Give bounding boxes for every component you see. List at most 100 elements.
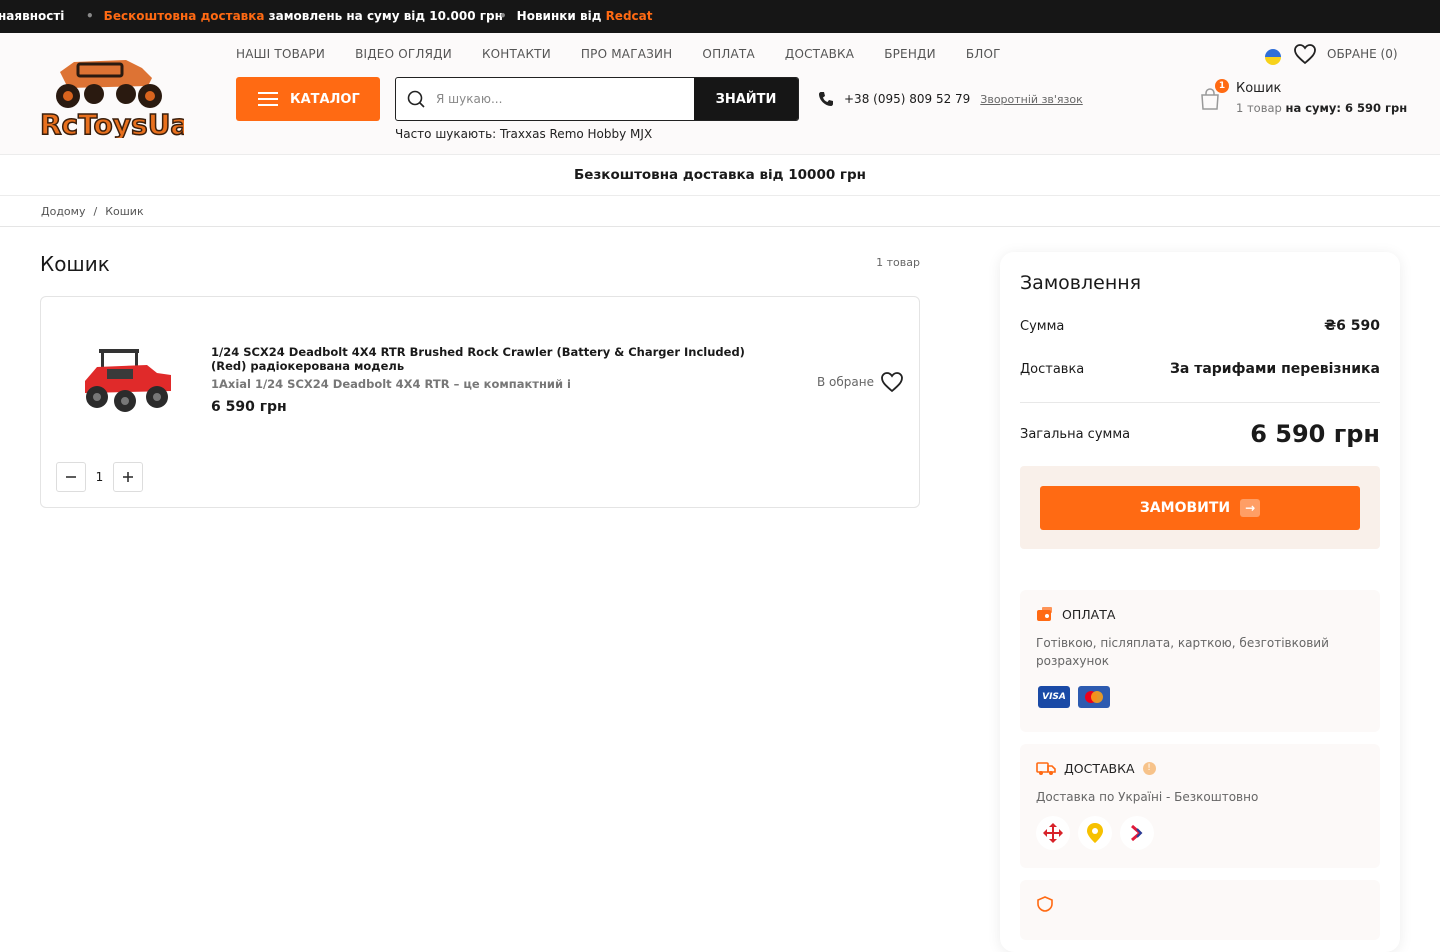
nav-payment[interactable]: ОПЛАТА bbox=[702, 47, 754, 61]
phone-icon bbox=[819, 92, 833, 106]
popular-searches: Часто шукають: Traxxas Remo Hobby MJX bbox=[395, 127, 653, 141]
payment-title: ОПЛАТА bbox=[1062, 606, 1116, 622]
payment-heading: ОПЛАТА bbox=[1036, 606, 1115, 622]
nova-poshta-icon bbox=[1036, 816, 1070, 850]
product-name[interactable]: 1/24 SCX24 Deadbolt 4X4 RTR Brushed Rock… bbox=[211, 345, 771, 373]
nav-about[interactable]: ПРО МАГАЗИН bbox=[581, 47, 673, 61]
contact-phone: +38 (095) 809 52 79 Зворотній зв'язок bbox=[818, 91, 1083, 107]
announcement-ticker: наявності • Бескоштовна доставка замовлен… bbox=[0, 0, 1440, 33]
info-icon[interactable]: ! bbox=[1142, 761, 1156, 775]
ticker-text: Новинки від bbox=[516, 9, 606, 23]
wallet-icon bbox=[1037, 607, 1052, 621]
visa-label: VISA bbox=[1042, 692, 1066, 702]
header-cart[interactable]: 1 Кошик 1 товар на суму: 6 590 грн bbox=[1198, 79, 1408, 123]
order-summary: Замовлення Сумма ₴6 590 Доставка За тари… bbox=[1000, 252, 1400, 952]
breadcrumb: Додому / Кошик bbox=[0, 196, 1440, 227]
meest-icon bbox=[1120, 816, 1154, 850]
cart-item-count: 1 товар bbox=[1236, 101, 1286, 115]
quantity-value[interactable]: 1 bbox=[86, 470, 113, 484]
arrow-right-icon: → bbox=[1240, 499, 1261, 517]
shield-icon bbox=[1037, 896, 1053, 912]
delivery-value: За тарифами перевізника bbox=[1169, 361, 1380, 377]
cart-summary: 1 товар на суму: 6 590 грн bbox=[1236, 101, 1407, 115]
ticker-item-stock: наявності bbox=[0, 9, 65, 23]
nav-contacts[interactable]: КОНТАКТИ bbox=[482, 47, 551, 61]
cart-count-badge: 1 bbox=[1215, 79, 1229, 93]
delivery-label: Доставка bbox=[1020, 361, 1085, 377]
search-bar: ЗНАЙТИ bbox=[395, 77, 799, 121]
cart-label: Кошик bbox=[1236, 81, 1282, 96]
breadcrumb-current: Кошик bbox=[105, 204, 144, 218]
ticker-item-new: • Новинки від Redcat bbox=[499, 9, 653, 23]
search-input[interactable] bbox=[436, 78, 694, 120]
shipping-description: Доставка по Україні - Безкоштовно bbox=[1036, 790, 1259, 804]
add-to-favorites-button[interactable]: В обране bbox=[817, 371, 904, 393]
payment-description: Готівкою, післяплата, карткою, безготівк… bbox=[1036, 636, 1329, 668]
payment-methods: VISA bbox=[1038, 686, 1110, 708]
menu-icon bbox=[258, 92, 278, 106]
breadcrumb-separator: / bbox=[93, 204, 98, 218]
ticker-link-redcat[interactable]: Redcat bbox=[606, 9, 653, 23]
payment-info: ОПЛАТА Готівкою, післяплата, карткою, бе… bbox=[1020, 590, 1380, 732]
shipping-heading: ДОСТАВКА ! bbox=[1036, 760, 1156, 776]
heart-icon bbox=[1294, 44, 1316, 65]
heart-icon bbox=[881, 372, 903, 393]
product-price: 6 590 грн bbox=[211, 399, 287, 415]
total-row: Загальна сумма 6 590 грн bbox=[1020, 420, 1380, 448]
site-header: RcToysUa НАШІ ТОВАРИ ВІДЕО ОГЛЯДИ КОНТАК… bbox=[0, 33, 1440, 155]
nav-video-reviews[interactable]: ВІДЕО ОГЛЯДИ bbox=[355, 47, 452, 61]
logo-wordmark: RcToysUa bbox=[40, 108, 184, 138]
guarantee-info bbox=[1020, 880, 1380, 940]
shipping-info: ДОСТАВКА ! Доставка по Україні - Безкошт… bbox=[1020, 744, 1380, 868]
checkout-label: ЗАМОВИТИ bbox=[1139, 500, 1231, 516]
ticker-item-free-delivery: • Бескоштовна доставка замовлень на суму … bbox=[86, 9, 503, 23]
subtotal-row: Сумма ₴6 590 bbox=[1020, 318, 1380, 334]
decrease-quantity-button[interactable] bbox=[56, 462, 86, 492]
breadcrumb-home[interactable]: Додому bbox=[41, 205, 85, 218]
catalog-label: КАТАЛОГ bbox=[290, 91, 360, 107]
site-logo[interactable]: RcToysUa bbox=[38, 58, 190, 142]
product-image[interactable] bbox=[77, 341, 177, 421]
ticker-text: замовлень на суму від 10.000 грн bbox=[264, 9, 503, 23]
minus-icon bbox=[66, 476, 76, 478]
visa-icon: VISA bbox=[1038, 686, 1070, 708]
callback-link[interactable]: Зворотній зв'язок bbox=[980, 93, 1082, 106]
ticker-accent: Бескоштовна доставка bbox=[103, 9, 265, 23]
product-description: 1Axial 1/24 SCX24 Deadbolt 4X4 RTR – це … bbox=[211, 377, 571, 391]
guarantee-heading bbox=[1036, 896, 1054, 912]
favorites-label: ОБРАНЕ (0) bbox=[1327, 47, 1398, 61]
order-title: Замовлення bbox=[1020, 272, 1142, 294]
cart-items-count: 1 товар bbox=[876, 256, 920, 269]
catalog-button[interactable]: КАТАЛОГ bbox=[236, 77, 380, 121]
cart-item: 1/24 SCX24 Deadbolt 4X4 RTR Brushed Rock… bbox=[40, 296, 920, 508]
checkout-box: ЗАМОВИТИ → bbox=[1020, 466, 1380, 549]
nav-products[interactable]: НАШІ ТОВАРИ bbox=[236, 47, 325, 61]
search-button[interactable]: ЗНАЙТИ bbox=[694, 78, 798, 120]
delivery-row: Доставка За тарифами перевізника bbox=[1020, 361, 1380, 377]
quantity-stepper: 1 bbox=[56, 462, 143, 492]
cart-sum: на суму: 6 590 грн bbox=[1285, 101, 1408, 115]
plus-icon bbox=[123, 472, 133, 482]
nav-blog[interactable]: БЛОГ bbox=[966, 47, 1001, 61]
ukrposhta-icon bbox=[1078, 816, 1112, 850]
checkout-button[interactable]: ЗАМОВИТИ → bbox=[1040, 486, 1360, 530]
add-to-favorites-label: В обране bbox=[817, 375, 874, 389]
total-value: 6 590 грн bbox=[1250, 420, 1380, 448]
main-nav: НАШІ ТОВАРИ ВІДЕО ОГЛЯДИ КОНТАКТИ ПРО МА… bbox=[236, 47, 1001, 61]
nav-brands[interactable]: БРЕНДИ bbox=[884, 47, 936, 61]
page-title: Кошик bbox=[40, 252, 110, 276]
increase-quantity-button[interactable] bbox=[113, 462, 143, 492]
search-icon bbox=[396, 78, 436, 120]
promo-banner: Безкоштовна доставка від 10000 грн bbox=[0, 155, 1440, 196]
total-label: Загальна сумма bbox=[1020, 426, 1131, 442]
shipping-title: ДОСТАВКА bbox=[1064, 760, 1135, 776]
divider bbox=[1020, 402, 1380, 403]
nav-delivery[interactable]: ДОСТАВКА bbox=[785, 47, 854, 61]
subtotal-label: Сумма bbox=[1020, 318, 1065, 334]
ukraine-flag-icon[interactable] bbox=[1265, 49, 1281, 65]
subtotal-value: ₴6 590 bbox=[1324, 318, 1380, 334]
phone-number[interactable]: +38 (095) 809 52 79 bbox=[844, 92, 970, 106]
shipping-carriers bbox=[1036, 816, 1154, 850]
truck-icon bbox=[1036, 762, 1056, 775]
favorites-link[interactable]: ОБРАНЕ (0) bbox=[1293, 43, 1398, 65]
